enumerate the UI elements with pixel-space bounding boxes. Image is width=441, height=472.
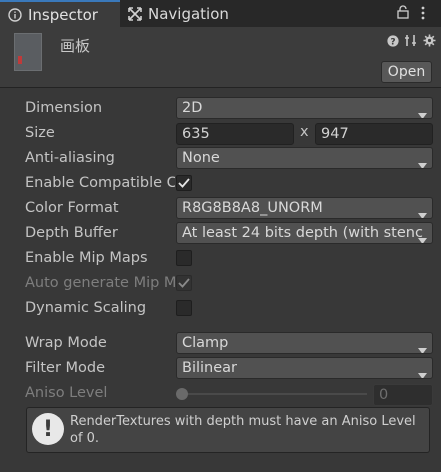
tab-navigation-label: Navigation [148, 4, 229, 23]
enable-compatible-checkbox[interactable] [176, 175, 192, 191]
navigation-icon [128, 6, 142, 21]
anti-aliasing-label: Anti-aliasing [25, 150, 115, 166]
help-message: RenderTextures with depth must have an A… [70, 414, 416, 446]
asset-title: 画板 [60, 37, 91, 55]
wrap-mode-label: Wrap Mode [25, 335, 107, 351]
auto-generate-mip-label: Auto generate Mip M [25, 275, 175, 291]
depth-buffer-dropdown[interactable]: At least 24 bits depth (with stenc [176, 222, 433, 244]
dimension-value: 2D [182, 100, 203, 116]
aniso-level-slider-track [181, 393, 367, 395]
size-width-input[interactable]: 635 [176, 123, 294, 145]
wrap-mode-value: Clamp [182, 335, 229, 351]
filter-mode-dropdown[interactable]: Bilinear [176, 357, 433, 379]
color-format-label: Color Format [25, 200, 119, 216]
lock-icon[interactable] [397, 5, 409, 23]
thumbnail-mark [18, 56, 22, 64]
chevron-down-icon [418, 365, 427, 378]
dimension-label: Dimension [25, 100, 103, 116]
help-circle-icon[interactable]: ? [387, 35, 399, 51]
warning-info-icon: ! [32, 413, 64, 445]
asset-thumbnail [14, 33, 42, 71]
size-label: Size [25, 125, 55, 141]
filter-mode-label: Filter Mode [25, 360, 106, 376]
dimension-dropdown[interactable]: 2D [176, 97, 433, 119]
depth-buffer-value: At least 24 bits depth (with stenc [182, 225, 423, 241]
gear-icon[interactable] [423, 34, 436, 51]
dynamic-scaling-checkbox[interactable] [176, 300, 192, 316]
chevron-down-icon [418, 340, 427, 353]
tab-navigation[interactable]: Navigation [120, 0, 260, 27]
aniso-level-slider-thumb [176, 388, 188, 400]
chevron-down-icon [418, 155, 427, 168]
aniso-level-input: 0 [373, 384, 433, 406]
chevron-down-icon [418, 230, 427, 243]
depth-buffer-label: Depth Buffer [25, 225, 118, 241]
filter-mode-value: Bilinear [182, 360, 237, 376]
enable-compatible-label: Enable Compatible C [25, 175, 175, 191]
tab-menu-icon[interactable] [420, 5, 426, 25]
aniso-level-label: Aniso Level [25, 385, 108, 401]
open-button[interactable]: Open [381, 61, 432, 83]
presets-icon[interactable] [404, 34, 417, 51]
anti-aliasing-value: None [182, 150, 220, 166]
checkmark-icon [178, 278, 190, 288]
enable-mip-maps-label: Enable Mip Maps [25, 250, 148, 266]
tab-inspector[interactable]: Inspector [0, 0, 120, 27]
dynamic-scaling-label: Dynamic Scaling [25, 300, 147, 316]
chevron-down-icon [418, 205, 427, 218]
wrap-mode-dropdown[interactable]: Clamp [176, 332, 433, 354]
anti-aliasing-dropdown[interactable]: None [176, 147, 433, 169]
color-format-dropdown[interactable]: R8G8B8A8_UNORM [176, 197, 433, 219]
size-height-input[interactable]: 947 [315, 123, 433, 145]
info-icon [8, 7, 22, 22]
color-format-value: R8G8B8A8_UNORM [182, 200, 323, 216]
enable-mip-maps-checkbox[interactable] [176, 250, 192, 266]
size-separator: x [300, 124, 309, 140]
chevron-down-icon [418, 105, 427, 118]
checkmark-icon [178, 178, 190, 188]
tab-inspector-label: Inspector [28, 5, 98, 24]
svg-text:?: ? [390, 38, 395, 48]
auto-generate-mip-checkbox [176, 275, 192, 291]
